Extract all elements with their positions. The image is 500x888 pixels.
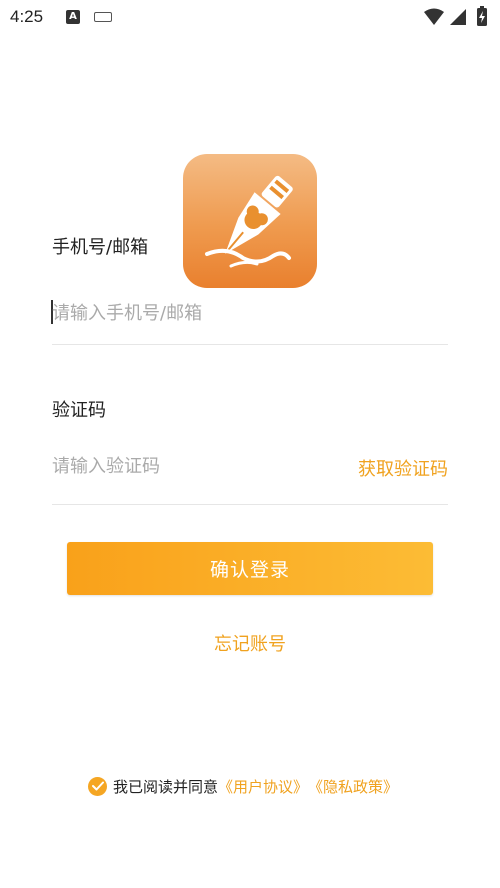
a-icon: A — [66, 10, 80, 24]
app-logo — [183, 154, 317, 288]
phone-email-input[interactable] — [52, 300, 352, 326]
verification-code-input[interactable] — [52, 453, 312, 479]
fountain-pen-logo-icon — [205, 175, 293, 268]
agreement-text: 我已阅读并同意 — [113, 777, 219, 796]
phone-divider — [52, 344, 448, 345]
agreement-row: 我已阅读并同意 《用户协议》 《隐私政策》 — [88, 775, 398, 797]
status-icons — [422, 6, 492, 28]
forgot-account-link[interactable]: 忘记账号 — [0, 630, 500, 656]
privacy-policy-link[interactable]: 《隐私政策》 — [308, 776, 398, 797]
code-divider — [52, 504, 448, 505]
battery-charging-icon — [477, 6, 487, 26]
check-circle-icon[interactable] — [88, 776, 107, 796]
status-bar: 4:25 A — [0, 0, 500, 34]
user-agreement-link[interactable]: 《用户协议》 — [218, 776, 308, 797]
keyboard-icon — [94, 12, 112, 22]
signal-icon — [450, 9, 466, 25]
status-time: 4:25 — [10, 7, 44, 26]
wifi-icon — [424, 8, 444, 25]
phone-label: 手机号/邮箱 — [52, 237, 149, 258]
code-label: 验证码 — [52, 400, 106, 421]
get-code-button[interactable]: 获取验证码 — [358, 455, 448, 481]
login-button[interactable]: 确认登录 — [67, 542, 433, 595]
